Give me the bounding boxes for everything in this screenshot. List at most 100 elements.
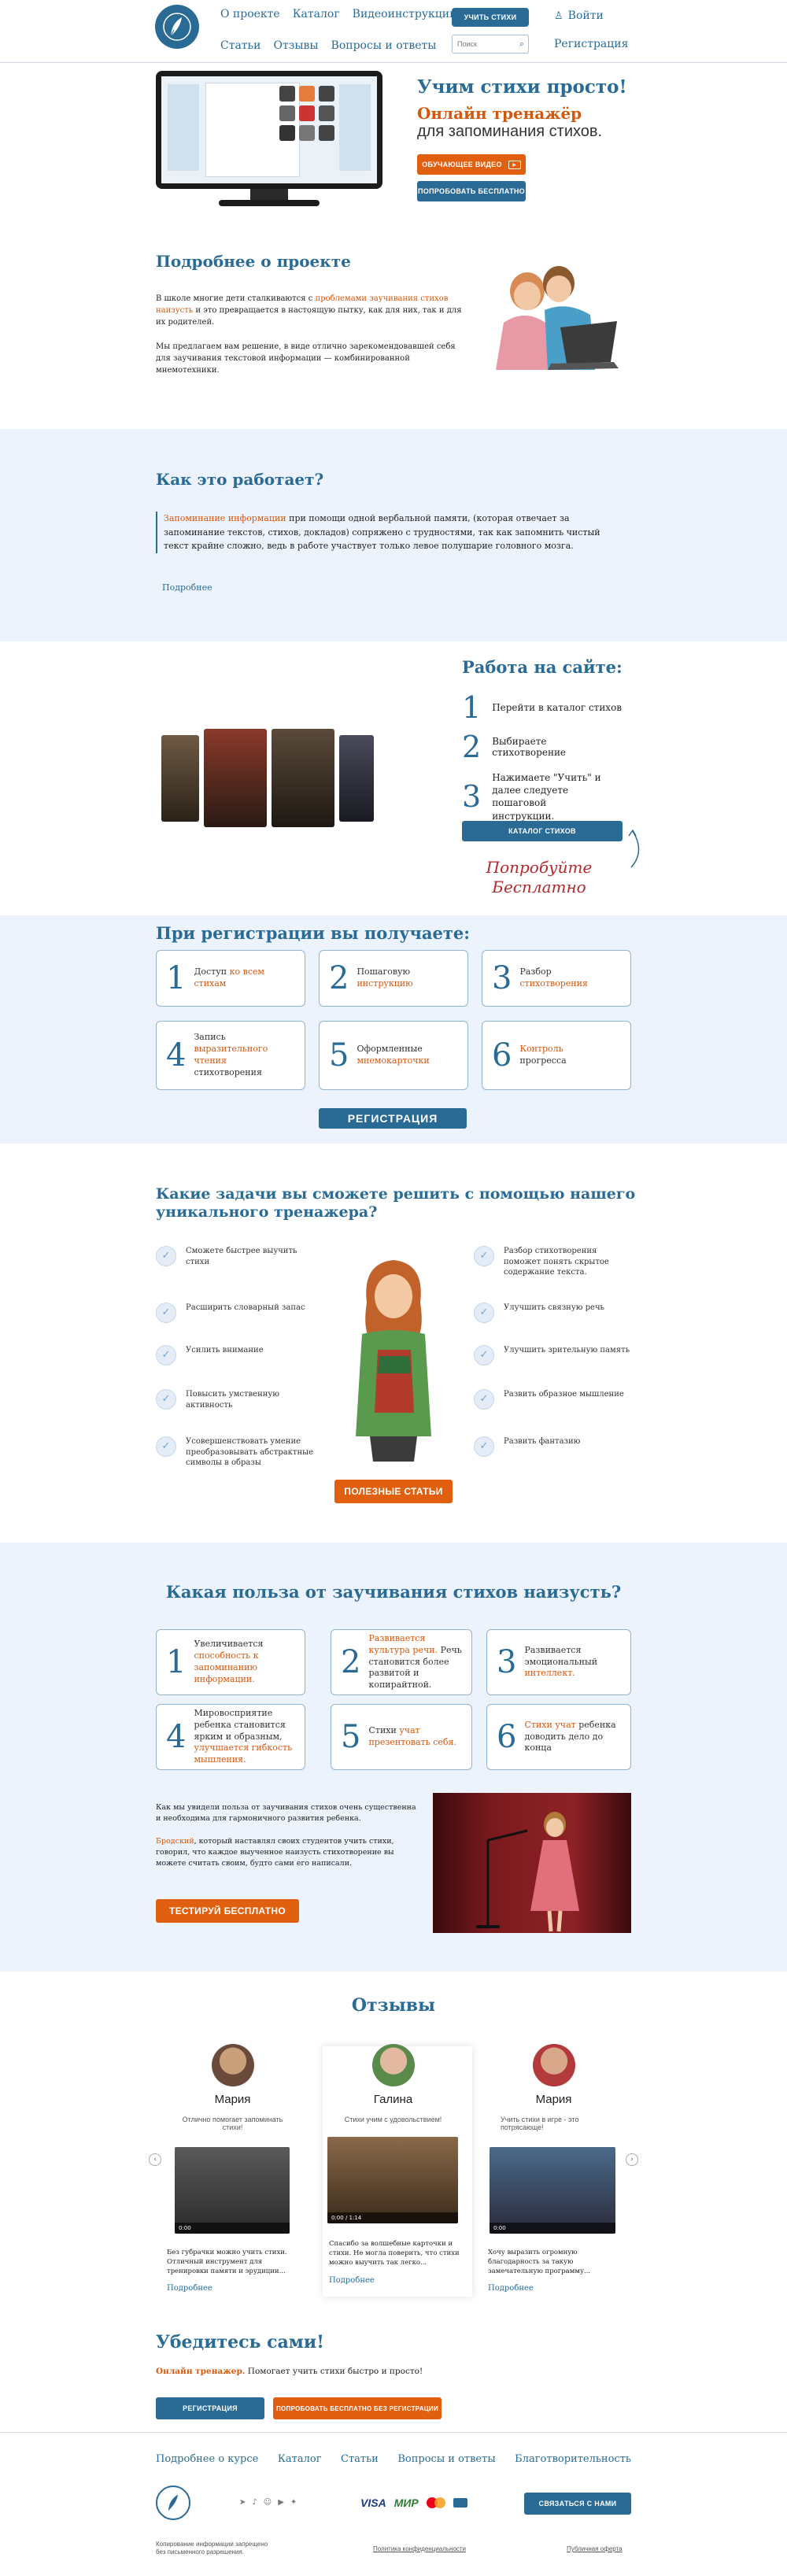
review-card: Галина Стихи учим с удовольствием! xyxy=(324,2044,462,2123)
task-item: ✓ Улучшить связную речь xyxy=(474,1303,631,1323)
hero-try-free-button[interactable]: Попробовать бесплатно xyxy=(417,181,526,201)
footer-course-link[interactable]: Подробнее о курсе xyxy=(156,2453,258,2465)
benefit-card: 3 Разбор стихотворения xyxy=(482,950,631,1007)
privacy-policy-link[interactable]: Политика конфиденциальности xyxy=(373,2545,466,2552)
review-more-link[interactable]: Подробнее xyxy=(329,2276,375,2285)
telegram-icon[interactable]: ➤ xyxy=(239,2498,246,2507)
search-icon[interactable]: ⌕ xyxy=(519,39,524,50)
nav-articles[interactable]: Статьи xyxy=(220,39,261,52)
registration-button[interactable]: Регистрация xyxy=(319,1108,467,1129)
check-icon: ✓ xyxy=(474,1345,494,1366)
review-card: Мария Учить стихи в игре - это потрясающ… xyxy=(485,2044,623,2131)
search-input[interactable] xyxy=(457,36,514,52)
check-icon: ✓ xyxy=(474,1303,494,1323)
try-without-registration-button[interactable]: Попробовать бесплатно без регистрации xyxy=(273,2397,442,2419)
nav-about[interactable]: О проекте xyxy=(220,8,280,20)
quill-icon xyxy=(168,2494,178,2511)
benefit-card: 2 Пошаговую инструкцию xyxy=(319,950,468,1007)
usefulness-card: 1 Увеличивается способность к запоминанию… xyxy=(156,1629,305,1695)
task-item: ✓ Разбор стихотворения поможет понять скр… xyxy=(474,1246,631,1278)
how-more-link[interactable]: Подробнее xyxy=(162,582,212,593)
footer-divider xyxy=(0,2432,787,2433)
search-box: ⌕ xyxy=(452,35,529,54)
copyright-text: Копирование информации запрещено без пис… xyxy=(156,2541,268,2556)
play-icon: ▶ xyxy=(508,160,521,169)
footer-articles-link[interactable]: Статьи xyxy=(341,2453,379,2465)
hero-monitor xyxy=(156,71,382,211)
tutorial-video-button[interactable]: Обучающее видео ▶ xyxy=(417,154,526,175)
convince-register-button[interactable]: Регистрация xyxy=(156,2397,264,2419)
login-link[interactable]: ♙ Войти xyxy=(554,9,604,22)
nav-video-instructions[interactable]: Видеоинструкции xyxy=(353,8,457,20)
hero-title: Учим стихи просто! xyxy=(417,76,627,98)
girl-with-books-illustration xyxy=(338,1255,449,1468)
brodsky-link[interactable]: Бродский xyxy=(156,1837,194,1846)
contact-us-button[interactable]: Связаться с нами xyxy=(524,2493,631,2515)
quill-icon xyxy=(163,13,191,41)
avatar xyxy=(211,2044,254,2086)
task-item: ✓ Улучшить зрительную память xyxy=(474,1345,631,1366)
prev-arrow-icon[interactable]: ‹ xyxy=(149,2153,161,2166)
nav-catalog[interactable]: Каталог xyxy=(293,8,340,20)
memory-link[interactable]: Запоминание информации xyxy=(164,513,286,523)
how-quote: Запоминание информации при помощи одной … xyxy=(156,512,620,553)
review-video[interactable]: 0:00 xyxy=(490,2147,615,2234)
footer-links: Подробнее о курсе Каталог Статьи Вопросы… xyxy=(156,2453,631,2465)
task-item: ✓ Расширить словарный запас xyxy=(156,1303,321,1323)
reviews-title: Отзывы xyxy=(351,1995,436,2016)
mir-logo: МИР xyxy=(394,2497,419,2509)
review-more-link[interactable]: Подробнее xyxy=(488,2284,534,2293)
footer-catalog-link[interactable]: Каталог xyxy=(278,2453,322,2465)
next-arrow-icon[interactable]: › xyxy=(626,2153,638,2166)
visa-logo: VISA xyxy=(360,2497,386,2509)
usefulness-card: 6 Стихи учат ребенка доводить дело до кон… xyxy=(486,1704,631,1770)
hero-subtitle: Онлайн тренажёр для запоминания стихов. xyxy=(417,104,603,141)
check-icon: ✓ xyxy=(156,1246,176,1266)
dzen-icon[interactable]: ✦ xyxy=(290,2498,297,2507)
footer-charity-link[interactable]: Благотворительность xyxy=(515,2453,631,2465)
useful-articles-button[interactable]: Полезные статьи xyxy=(334,1480,453,1503)
card-icon xyxy=(453,2498,467,2508)
usefulness-card: 3 Развивается эмоциональный интеллект. xyxy=(486,1629,631,1695)
footer-faq-link[interactable]: Вопросы и ответы xyxy=(397,2453,495,2465)
vk-icon[interactable]: ♪ xyxy=(252,2498,257,2507)
nav-row-2: Статьи Отзывы Вопросы и ответы xyxy=(220,39,436,52)
review-more-link[interactable]: Подробнее xyxy=(167,2284,212,2293)
task-item: ✓ Сможете быстрее выучить стихи xyxy=(156,1246,321,1267)
nav-faq[interactable]: Вопросы и ответы xyxy=(331,39,437,52)
check-icon: ✓ xyxy=(474,1246,494,1266)
convince-title: Убедитесь сами! xyxy=(156,2332,324,2352)
task-item: ✓ Усилить внимание xyxy=(156,1345,321,1366)
work-step-2: 2 Выбираете стихотворение xyxy=(462,730,567,764)
about-text: В школе многие дети сталкиваются с пробл… xyxy=(156,294,462,375)
review-video[interactable]: 0:00 / 1:14 xyxy=(327,2137,458,2223)
portrait-carousel xyxy=(161,724,374,830)
task-item: ✓ Развить фантазию xyxy=(474,1436,631,1457)
check-icon: ✓ xyxy=(156,1436,176,1457)
nav-reviews[interactable]: Отзывы xyxy=(274,39,319,52)
benefit-card: 1 Доступ ко всем стихам xyxy=(156,950,305,1007)
usefulness-card: 5 Стихи учат презентовать себя. xyxy=(331,1704,472,1770)
youtube-icon[interactable]: ▶ xyxy=(278,2498,284,2507)
task-item: ✓ Повысить умственную активность xyxy=(156,1389,282,1410)
register-link[interactable]: Регистрация xyxy=(554,38,628,50)
site-logo[interactable] xyxy=(155,5,199,49)
work-title: Работа на сайте: xyxy=(462,657,623,677)
catalog-button[interactable]: Каталог стихов xyxy=(462,821,623,841)
test-free-button[interactable]: Тестируй бесплатно xyxy=(156,1899,299,1923)
public-offer-link[interactable]: Публичная оферта xyxy=(567,2545,623,2552)
task-item: ✓ Развить образное мышление xyxy=(474,1389,631,1410)
footer-logo[interactable] xyxy=(156,2485,190,2520)
ok-icon[interactable]: ☺ xyxy=(264,2498,272,2507)
review-video[interactable]: 0:00 xyxy=(175,2147,290,2234)
usefulness-title: Какая польза от заучивания стихов наизус… xyxy=(165,1582,622,1602)
benefit-card: 6 Контроль прогресса xyxy=(482,1021,631,1090)
teach-poems-button[interactable]: Учить стихи xyxy=(452,8,529,27)
benefits-title: При регистрации вы получаете: xyxy=(156,923,470,943)
task-item: ✓ Усовершенствовать умение преобразовыват… xyxy=(156,1436,321,1469)
work-step-1: 1 Перейти в каталог стихов xyxy=(462,690,623,725)
usefulness-card: 2 Развивается культура речи. Речь станови… xyxy=(331,1629,472,1695)
check-icon: ✓ xyxy=(474,1436,494,1457)
check-icon: ✓ xyxy=(474,1389,494,1410)
avatar xyxy=(371,2044,415,2086)
